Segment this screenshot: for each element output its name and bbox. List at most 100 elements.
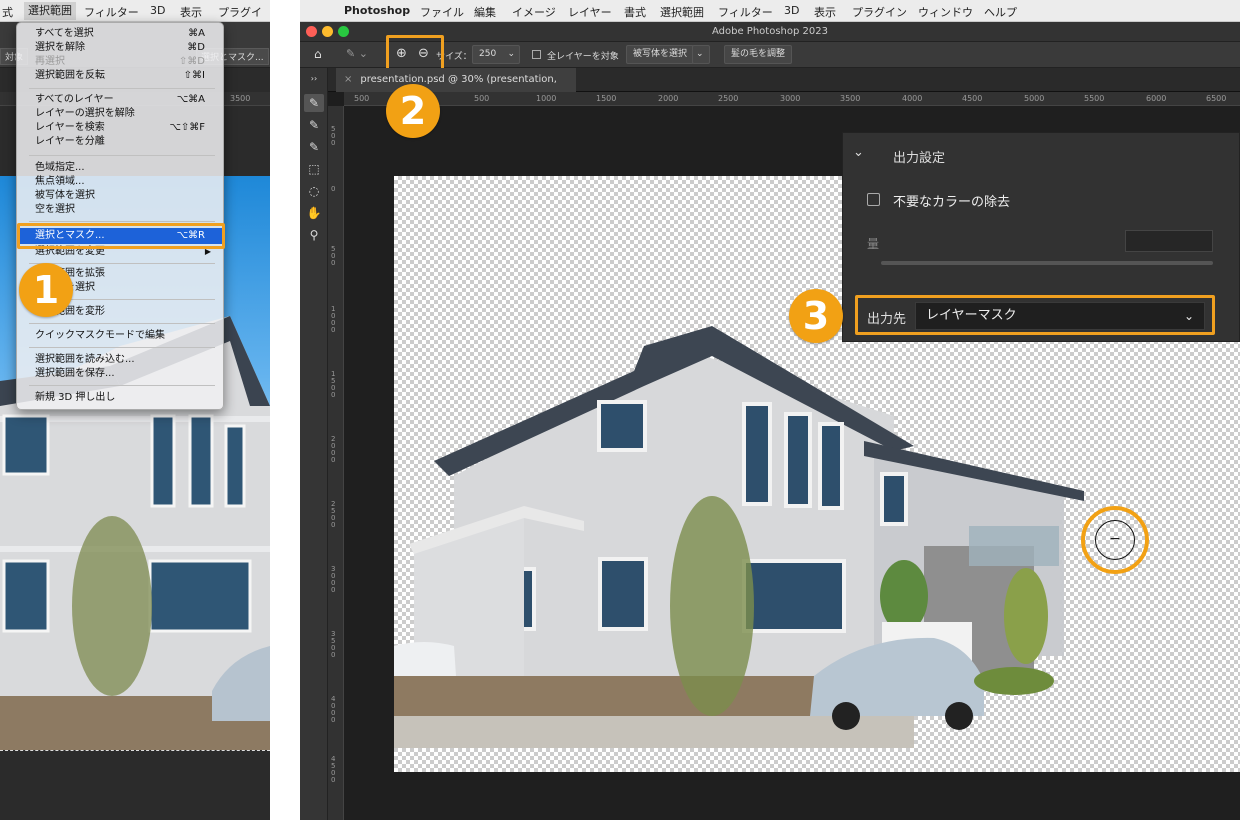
menu-item-label: 色域指定... xyxy=(35,162,85,173)
ruler-tick: 5500 xyxy=(1084,94,1105,103)
menubar-item-select[interactable]: 選択範囲 xyxy=(24,2,76,20)
menu-item-focus-area[interactable]: 焦点領域... xyxy=(17,175,223,189)
menubar-item-view[interactable]: 表示 xyxy=(814,4,836,20)
brush-cursor-highlight: − xyxy=(1081,506,1149,574)
amount-slider[interactable] xyxy=(881,261,1213,265)
menu-item-reselect: 再選択 ⇧⌘D xyxy=(17,55,223,69)
decontaminate-label: 不要なカラーの除去 xyxy=(893,195,1011,210)
brush-preset-icon[interactable]: ✎ ⌄ xyxy=(346,47,368,60)
menu-item-quick-mask[interactable]: クイックマスクモードで編集 xyxy=(17,329,223,343)
highlight-output-to xyxy=(855,295,1215,335)
menu-item-isolate-layers[interactable]: レイヤーを分離 xyxy=(17,135,223,149)
menu-item-color-range[interactable]: 色域指定... xyxy=(17,161,223,175)
left-canvas-bottom xyxy=(0,750,270,820)
ruler-tick: 1500 xyxy=(596,94,617,103)
menu-item-label: 再選択 xyxy=(35,56,65,67)
ruler-tick: 3500 xyxy=(840,94,861,103)
menubar-item[interactable]: フィルター xyxy=(84,4,139,20)
menu-item-label: 空を選択 xyxy=(35,204,75,215)
menu-item-inverse[interactable]: 選択範囲を反転 ⇧⌘I xyxy=(17,69,223,83)
menubar-item-plugins[interactable]: プラグイン xyxy=(852,4,907,20)
ruler-tick: 4500 xyxy=(331,755,336,784)
menu-item-select-subject[interactable]: 被写体を選択 xyxy=(17,189,223,203)
menubar-item-select[interactable]: 選択範囲 xyxy=(660,4,704,20)
select-subject-dropdown[interactable]: ⌄ xyxy=(692,45,710,64)
size-value: 250 xyxy=(479,49,497,59)
menu-item-label: 選択を解除 xyxy=(35,42,85,53)
menubar-item-image[interactable]: イメージ xyxy=(512,4,556,20)
menu-item-deselect-layers[interactable]: レイヤーの選択を解除 xyxy=(17,107,223,121)
horizontal-ruler: 500 0 500 1000 1500 2000 2500 3000 3500 … xyxy=(344,92,1240,106)
menu-item-shortcut: ⌥⇧⌘F xyxy=(169,122,205,133)
tools-panel: ›› ✎ ✎ ✎ ⬚ ◌ ✋ ⚲ xyxy=(300,68,328,820)
hand-tool-icon[interactable]: ✋ xyxy=(304,204,324,222)
menubar-item-layer[interactable]: レイヤー xyxy=(568,4,612,20)
home-icon[interactable]: ⌂ xyxy=(314,47,322,61)
ruler-tick: 2000 xyxy=(331,435,336,464)
chevron-down-icon[interactable]: ⌄ xyxy=(853,145,864,160)
output-settings-title: 出力設定 xyxy=(893,151,946,166)
ruler-tick: 2500 xyxy=(331,500,336,529)
menu-separator xyxy=(29,88,215,89)
menu-separator xyxy=(29,323,215,324)
ruler-tick: 4000 xyxy=(331,695,336,724)
ruler-tick: 1000 xyxy=(536,94,557,103)
ruler-tick: 4500 xyxy=(962,94,983,103)
menu-item-load-selection[interactable]: 選択範囲を読み込む... xyxy=(17,353,223,367)
ruler-tick: 0 xyxy=(331,185,336,193)
ruler-tick: 3000 xyxy=(780,94,801,103)
refine-edge-brush-icon[interactable]: ✎ xyxy=(304,116,324,134)
brush-tool-icon[interactable]: ✎ xyxy=(304,138,324,156)
menubar-item-filter[interactable]: フィルター xyxy=(718,4,773,20)
zoom-tool-icon[interactable]: ⚲ xyxy=(304,226,324,244)
menubar-app-name[interactable]: Photoshop xyxy=(344,4,410,17)
chevron-down-icon: ⌄ xyxy=(507,49,515,59)
photoshop-window: Photoshop ファイル 編集 イメージ レイヤー 書式 選択範囲 フィルタ… xyxy=(300,0,1240,820)
menubar-item[interactable]: 3D xyxy=(150,4,165,17)
ruler-tick: 500 xyxy=(331,245,336,267)
menubar-item[interactable]: 式 xyxy=(2,4,13,20)
menubar-item-edit[interactable]: 編集 xyxy=(474,4,496,20)
close-tab-icon[interactable]: × xyxy=(344,74,352,85)
menu-item-sky[interactable]: 空を選択 xyxy=(17,203,223,217)
menubar-item-help[interactable]: ヘルプ xyxy=(984,4,1017,20)
ruler-tick: 500 xyxy=(354,94,370,103)
ruler-tick: 6500 xyxy=(1206,94,1227,103)
menubar-item-window[interactable]: ウィンドウ xyxy=(918,4,973,20)
lasso-tool-icon[interactable]: ◌ xyxy=(304,182,324,200)
decontaminate-checkbox[interactable] xyxy=(867,193,880,206)
menu-separator xyxy=(29,263,215,264)
menu-item-find-layers[interactable]: レイヤーを検索 ⌥⇧⌘F xyxy=(17,121,223,135)
all-layers-label: 全レイヤーを対象 xyxy=(547,52,619,62)
all-layers-checkbox[interactable] xyxy=(532,50,541,59)
collapse-panel-icon[interactable]: ›› xyxy=(304,70,324,88)
select-subject-button[interactable]: 被写体を選択 xyxy=(626,45,695,64)
menu-item-label: 被写体を選択 xyxy=(35,190,95,201)
menu-item-deselect[interactable]: 選択を解除 ⌘D xyxy=(17,41,223,55)
ruler-tick: 2500 xyxy=(718,94,739,103)
select-menu-dropdown: すべてを選択 ⌘A 選択を解除 ⌘D 再選択 ⇧⌘D 選択範囲を反転 ⇧⌘I すべてのレ… xyxy=(16,22,224,410)
menu-item-select-all[interactable]: すべてを選択 ⌘A xyxy=(17,27,223,41)
tab-presentation[interactable]: ×presentation.psd @ 30% (presentation, R… xyxy=(336,68,576,109)
menu-item-3d-extrusion[interactable]: 新規 3D 押し出し xyxy=(17,391,223,405)
menu-separator xyxy=(29,385,215,386)
document-tabs: ×presentation.psd @ 30% (presentation, R… xyxy=(328,68,1240,109)
ruler-tick: 5000 xyxy=(1024,94,1045,103)
menubar-item-3d[interactable]: 3D xyxy=(784,4,799,17)
ruler-tick: 1500 xyxy=(331,370,336,399)
quick-selection-tool-icon[interactable]: ✎ xyxy=(304,94,324,112)
ruler-label: 3500 xyxy=(230,94,251,103)
menu-item-label: レイヤーを検索 xyxy=(35,122,105,133)
menubar-item-file[interactable]: ファイル xyxy=(420,4,464,20)
size-input[interactable]: 250 ⌄ xyxy=(472,45,520,64)
object-selection-tool-icon[interactable]: ⬚ xyxy=(304,160,324,178)
menubar-item-type[interactable]: 書式 xyxy=(624,4,646,20)
menu-item-label: 選択範囲を読み込む... xyxy=(35,354,135,365)
menu-item-save-selection[interactable]: 選択範囲を保存... xyxy=(17,367,223,381)
menu-item-all-layers[interactable]: すべてのレイヤー ⌥⌘A xyxy=(17,93,223,107)
menubar-item[interactable]: 表示 xyxy=(180,4,202,20)
step-badge-3: 3 xyxy=(789,289,843,343)
mac-menubar: Photoshop ファイル 編集 イメージ レイヤー 書式 選択範囲 フィルタ… xyxy=(300,0,1240,22)
refine-hair-button[interactable]: 髪の毛を調整 xyxy=(724,45,793,64)
amount-input[interactable] xyxy=(1125,230,1213,252)
